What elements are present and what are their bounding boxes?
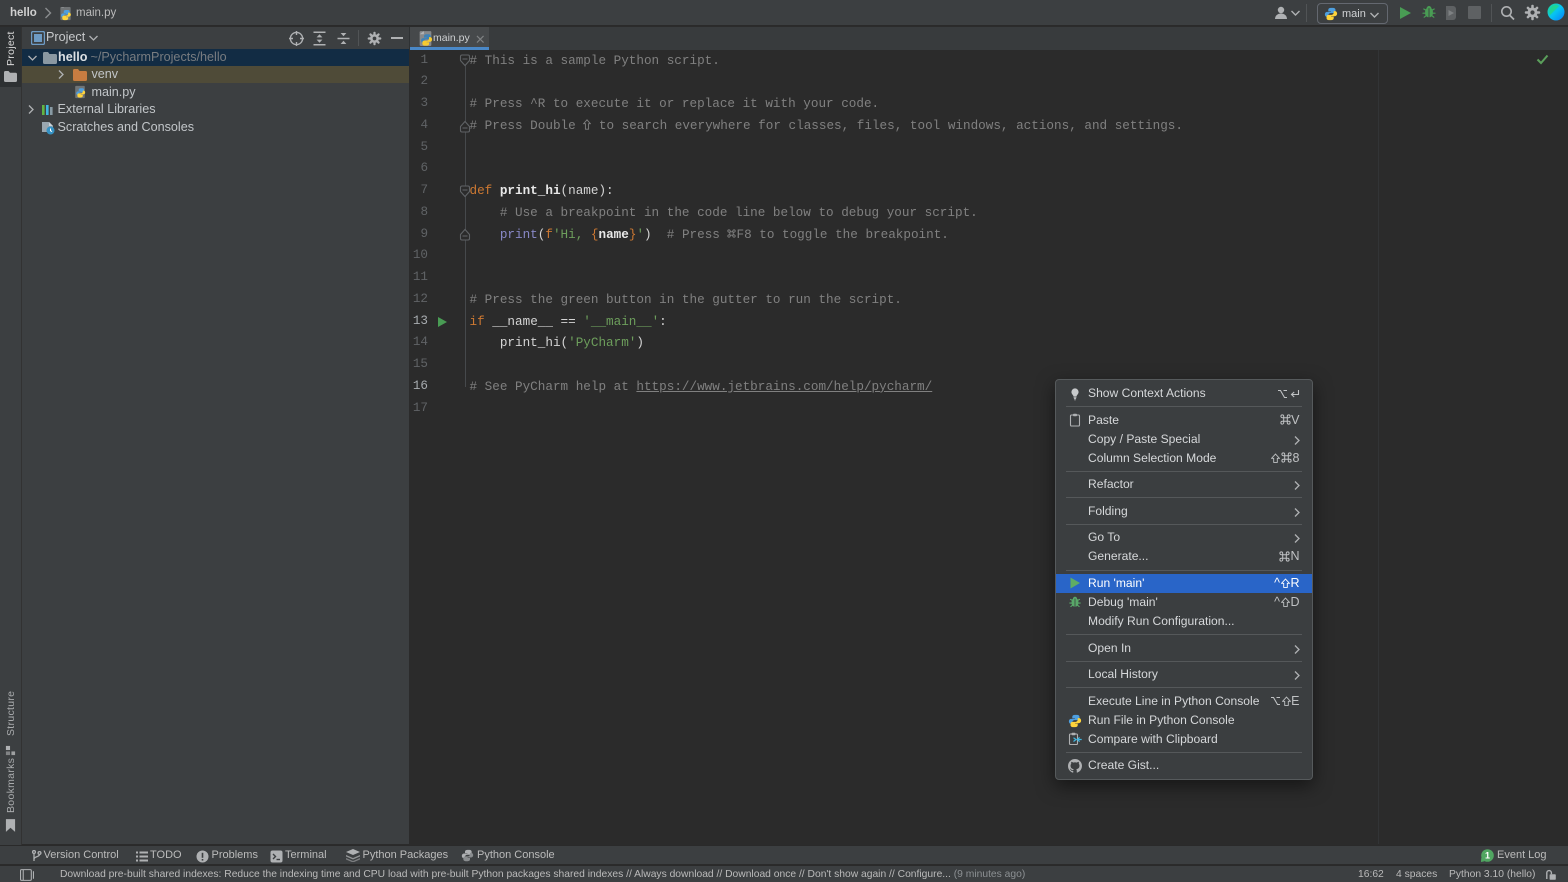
svg-text:1: 1 [1485, 851, 1490, 861]
